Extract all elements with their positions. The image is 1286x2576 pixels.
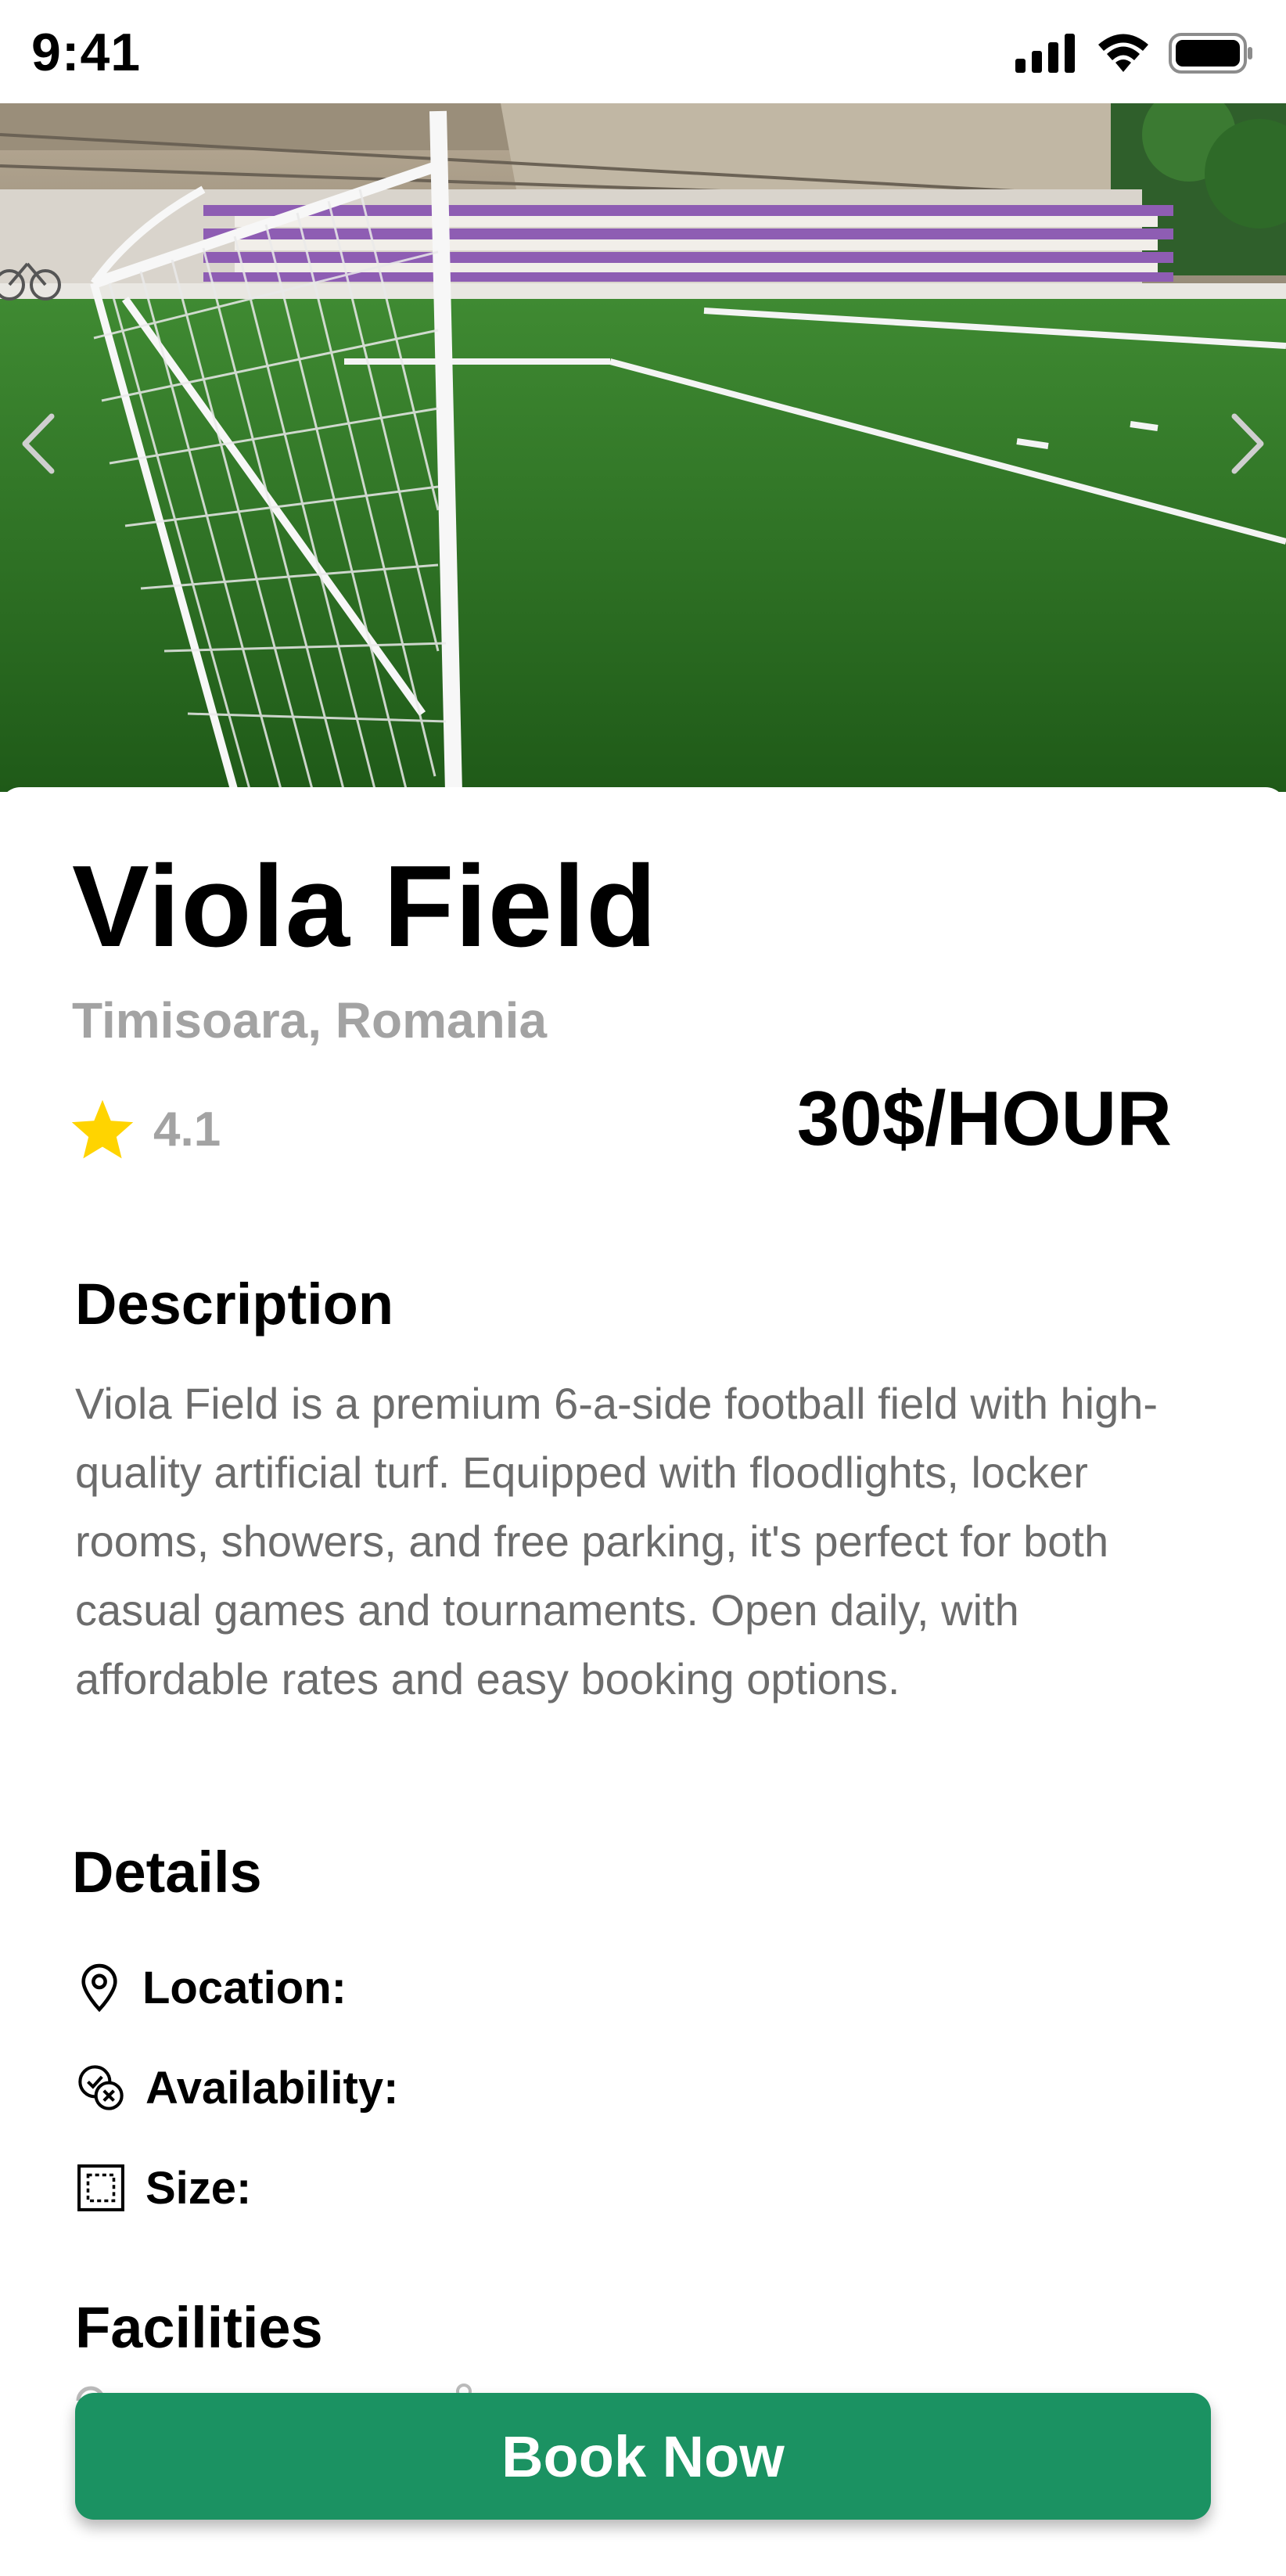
description-heading: Description — [75, 1272, 394, 1337]
facilities-heading: Facilities — [75, 2295, 323, 2360]
star-icon — [71, 1099, 134, 1159]
detail-row-availability: Availability: — [75, 2056, 398, 2119]
battery-icon — [1169, 32, 1255, 78]
chevron-right-icon — [1231, 413, 1264, 474]
status-time: 9:41 — [31, 23, 142, 82]
carousel-prev-button[interactable] — [6, 397, 69, 491]
status-bar: 9:41 — [0, 0, 1286, 103]
detail-label-availability: Availability: — [145, 2062, 399, 2114]
status-icons — [1015, 32, 1255, 78]
details-heading: Details — [72, 1840, 262, 1905]
description-text: Viola Field is a premium 6-a-side footba… — [75, 1379, 1158, 1704]
book-now-button[interactable]: Book Now — [75, 2393, 1211, 2520]
cellular-signal-icon — [1015, 33, 1078, 77]
wifi-icon — [1097, 33, 1150, 77]
detail-row-location: Location: — [75, 1956, 347, 2019]
location-pin-icon — [81, 1963, 117, 2013]
rating: 4.1 — [69, 1094, 221, 1164]
field-location: Timisoara, Romania — [72, 992, 548, 1049]
price-label: 30$/HOUR — [796, 1075, 1172, 1161]
rating-value: 4.1 — [153, 1102, 221, 1157]
hero-image-carousel[interactable] — [0, 103, 1286, 792]
detail-label-location: Location: — [142, 1962, 347, 2013]
chevron-left-icon — [22, 413, 55, 474]
availability-icon — [78, 2065, 124, 2110]
carousel-next-button[interactable] — [1217, 397, 1280, 491]
size-icon — [77, 2164, 124, 2211]
detail-row-size: Size: — [75, 2157, 251, 2219]
page-title: Viola Field — [72, 842, 658, 971]
football-field-photo — [0, 103, 1286, 792]
detail-label-size: Size: — [145, 2162, 252, 2214]
